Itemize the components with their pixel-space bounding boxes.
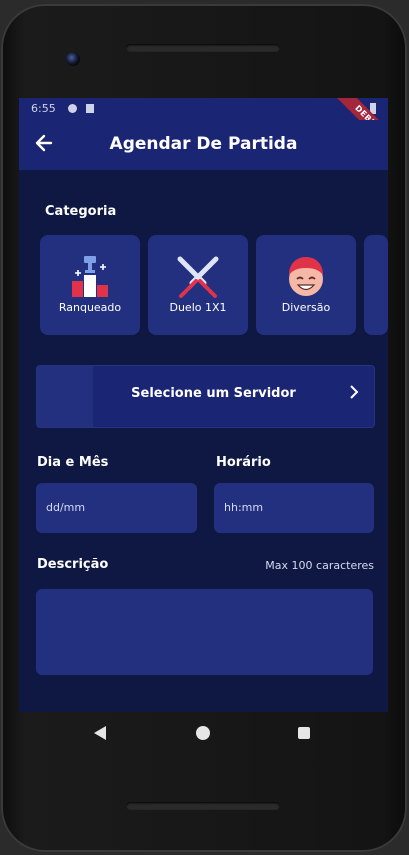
settings-status-icon (68, 104, 77, 113)
category-card-partial[interactable] (364, 235, 388, 335)
phone-frame: 6:55 DEBUG Agendar De Partida Categoria (1, 4, 407, 852)
server-select-label: Selecione um Servidor (131, 386, 296, 401)
description-hint: Max 100 caracteres (265, 559, 374, 572)
nav-back-icon[interactable] (94, 726, 106, 740)
category-card-duelo[interactable]: Duelo 1X1 (148, 235, 248, 335)
date-label: Dia e Mês (37, 455, 109, 470)
status-bar: 6:55 DEBUG (19, 98, 388, 157)
time-input[interactable]: hh:mm (214, 483, 374, 533)
category-label: Categoria (45, 204, 117, 219)
podium-icon (72, 256, 108, 297)
app-bar: Agendar De Partida (19, 120, 388, 170)
description-label: Descrição (37, 557, 109, 572)
category-label-diversao: Diversão (281, 301, 331, 314)
sd-card-status-icon (86, 104, 94, 113)
category-label-ranqueado: Ranqueado (58, 301, 122, 314)
nav-recents-icon[interactable] (298, 727, 310, 739)
crossed-swords-icon (177, 256, 219, 298)
status-time: 6:55 (31, 102, 56, 115)
smiley-face-icon (289, 257, 323, 296)
top-speaker (126, 44, 280, 52)
system-nav-bar (19, 712, 388, 754)
date-placeholder: dd/mm (46, 501, 86, 514)
category-card-diversao[interactable]: Diversão (256, 235, 356, 335)
time-label: Horário (216, 455, 271, 470)
nav-home-icon[interactable] (196, 726, 210, 740)
description-textarea[interactable] (36, 589, 373, 675)
time-placeholder: hh:mm (224, 501, 264, 514)
bottom-speaker (126, 802, 280, 810)
server-select-button[interactable]: Selecione um Servidor (36, 365, 375, 428)
app-screen: 6:55 DEBUG Agendar De Partida Categoria (19, 98, 388, 712)
date-input[interactable]: dd/mm (36, 483, 197, 533)
category-label-duelo: Duelo 1X1 (169, 301, 227, 314)
chevron-right-icon (348, 384, 360, 405)
category-card-ranqueado[interactable]: Ranqueado (40, 235, 140, 335)
server-icon-slot (37, 366, 93, 427)
page-title: Agendar De Partida (109, 134, 298, 154)
front-camera (66, 52, 80, 66)
